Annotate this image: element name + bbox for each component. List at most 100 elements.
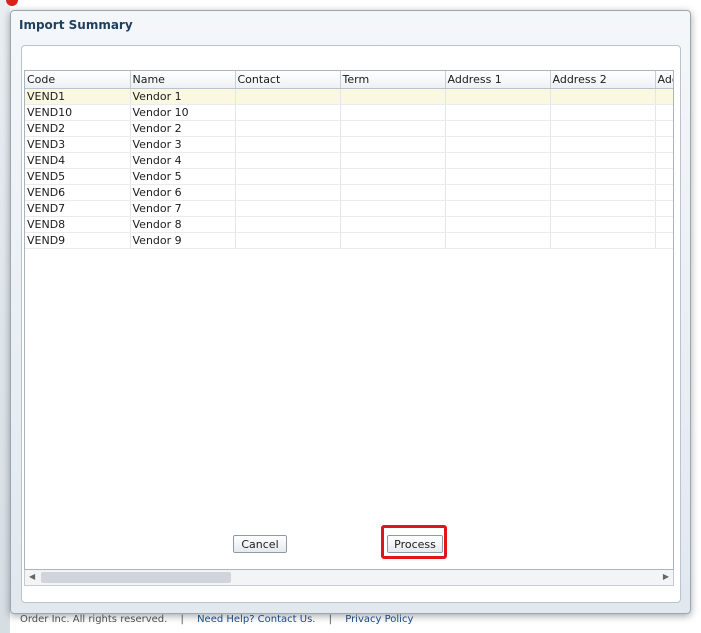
table-row[interactable]: VEND9 Vendor 9 — [25, 232, 673, 249]
background-footer: Order Inc. All rights reserved. | Need H… — [10, 614, 700, 633]
table-row[interactable]: VEND1 Vendor 1 — [25, 88, 673, 105]
cell-name: Vendor 1 — [130, 88, 236, 105]
cell-code: VEND4 — [25, 152, 131, 169]
cell-empty — [550, 152, 656, 169]
cell-empty — [445, 184, 551, 201]
cell-name: Vendor 5 — [130, 168, 236, 185]
cell-empty — [340, 120, 446, 137]
cell-empty — [655, 216, 673, 233]
horizontal-scrollbar[interactable]: ◀ ▶ — [24, 570, 674, 586]
column-header-address-1[interactable]: Address 1 — [445, 71, 551, 89]
cell-empty — [655, 200, 673, 217]
table-row[interactable]: VEND3 Vendor 3 — [25, 136, 673, 153]
cell-empty — [340, 168, 446, 185]
cell-empty — [655, 232, 673, 249]
cell-empty — [445, 232, 551, 249]
cell-name: Vendor 8 — [130, 216, 236, 233]
scroll-right-arrow-icon[interactable]: ▶ — [663, 572, 669, 581]
cell-name: Vendor 9 — [130, 232, 236, 249]
table-header-row: Code Name Contact Term Address 1 Address… — [25, 71, 673, 89]
cell-empty — [340, 136, 446, 153]
cell-empty — [445, 136, 551, 153]
process-button-highlight — [381, 525, 447, 559]
cell-empty — [445, 168, 551, 185]
cell-empty — [235, 88, 341, 105]
cell-empty — [655, 88, 673, 105]
cell-code: VEND6 — [25, 184, 131, 201]
cell-empty — [550, 168, 656, 185]
cell-empty — [655, 184, 673, 201]
footer-help-link[interactable]: Need Help? Contact Us. — [197, 614, 315, 625]
cell-empty — [550, 184, 656, 201]
column-header-address-2[interactable]: Address 2 — [550, 71, 656, 89]
column-header-contact[interactable]: Contact — [235, 71, 341, 89]
cell-name: Vendor 6 — [130, 184, 236, 201]
cell-empty — [340, 152, 446, 169]
cell-empty — [655, 136, 673, 153]
cell-empty — [550, 232, 656, 249]
cell-empty — [655, 168, 673, 185]
footer-separator: | — [328, 614, 333, 625]
cell-name: Vendor 7 — [130, 200, 236, 217]
cell-empty — [235, 184, 341, 201]
column-header-term[interactable]: Term — [340, 71, 446, 89]
cell-empty — [235, 120, 341, 137]
cell-code: VEND9 — [25, 232, 131, 249]
cell-empty — [340, 184, 446, 201]
cell-empty — [340, 216, 446, 233]
cell-empty — [445, 88, 551, 105]
footer-copyright: Order Inc. All rights reserved. — [20, 614, 168, 625]
cell-code: VEND1 — [25, 88, 131, 105]
footer-privacy-link[interactable]: Privacy Policy — [345, 614, 413, 625]
column-header-name[interactable]: Name — [130, 71, 236, 89]
import-summary-dialog: Import Summary Code Name Contact Term Ad… — [10, 10, 691, 614]
cell-empty — [445, 200, 551, 217]
background-logo-fragment — [6, 0, 18, 6]
cell-name: Vendor 4 — [130, 152, 236, 169]
cell-code: VEND3 — [25, 136, 131, 153]
cell-empty — [235, 232, 341, 249]
cell-empty — [550, 136, 656, 153]
cell-empty — [235, 216, 341, 233]
cell-empty — [655, 152, 673, 169]
column-header-address-3[interactable]: Add — [655, 71, 673, 89]
cell-empty — [235, 200, 341, 217]
cell-code: VEND10 — [25, 104, 131, 121]
cell-empty — [235, 104, 341, 121]
cell-empty — [445, 152, 551, 169]
table-row[interactable]: VEND8 Vendor 8 — [25, 216, 673, 233]
dialog-content-panel: Code Name Contact Term Address 1 Address… — [21, 45, 681, 603]
cell-code: VEND7 — [25, 200, 131, 217]
cell-code: VEND5 — [25, 168, 131, 185]
cell-empty — [340, 104, 446, 121]
scroll-left-arrow-icon[interactable]: ◀ — [29, 572, 35, 581]
cell-empty — [235, 168, 341, 185]
table-row[interactable]: VEND2 Vendor 2 — [25, 120, 673, 137]
cell-empty — [235, 152, 341, 169]
cell-empty — [340, 200, 446, 217]
cell-empty — [655, 104, 673, 121]
scrollbar-thumb[interactable] — [41, 572, 231, 583]
cell-empty — [550, 200, 656, 217]
cell-name: Vendor 3 — [130, 136, 236, 153]
table-row[interactable]: VEND7 Vendor 7 — [25, 200, 673, 217]
column-header-code[interactable]: Code — [25, 71, 131, 89]
cell-empty — [550, 216, 656, 233]
table-row[interactable]: VEND6 Vendor 6 — [25, 184, 673, 201]
cell-empty — [340, 232, 446, 249]
table-row[interactable]: VEND4 Vendor 4 — [25, 152, 673, 169]
background-page-edge — [0, 0, 18, 633]
cancel-button[interactable]: Cancel — [233, 535, 287, 553]
cell-name: Vendor 10 — [130, 104, 236, 121]
cell-empty — [340, 88, 446, 105]
cell-empty — [655, 120, 673, 137]
table-row[interactable]: VEND10 Vendor 10 — [25, 104, 673, 121]
cell-empty — [445, 216, 551, 233]
table-row[interactable]: VEND5 Vendor 5 — [25, 168, 673, 185]
cell-name: Vendor 2 — [130, 120, 236, 137]
cell-empty — [550, 104, 656, 121]
cell-empty — [445, 120, 551, 137]
cell-empty — [550, 88, 656, 105]
import-summary-table: Code Name Contact Term Address 1 Address… — [24, 70, 674, 570]
dialog-title: Import Summary — [19, 18, 133, 32]
